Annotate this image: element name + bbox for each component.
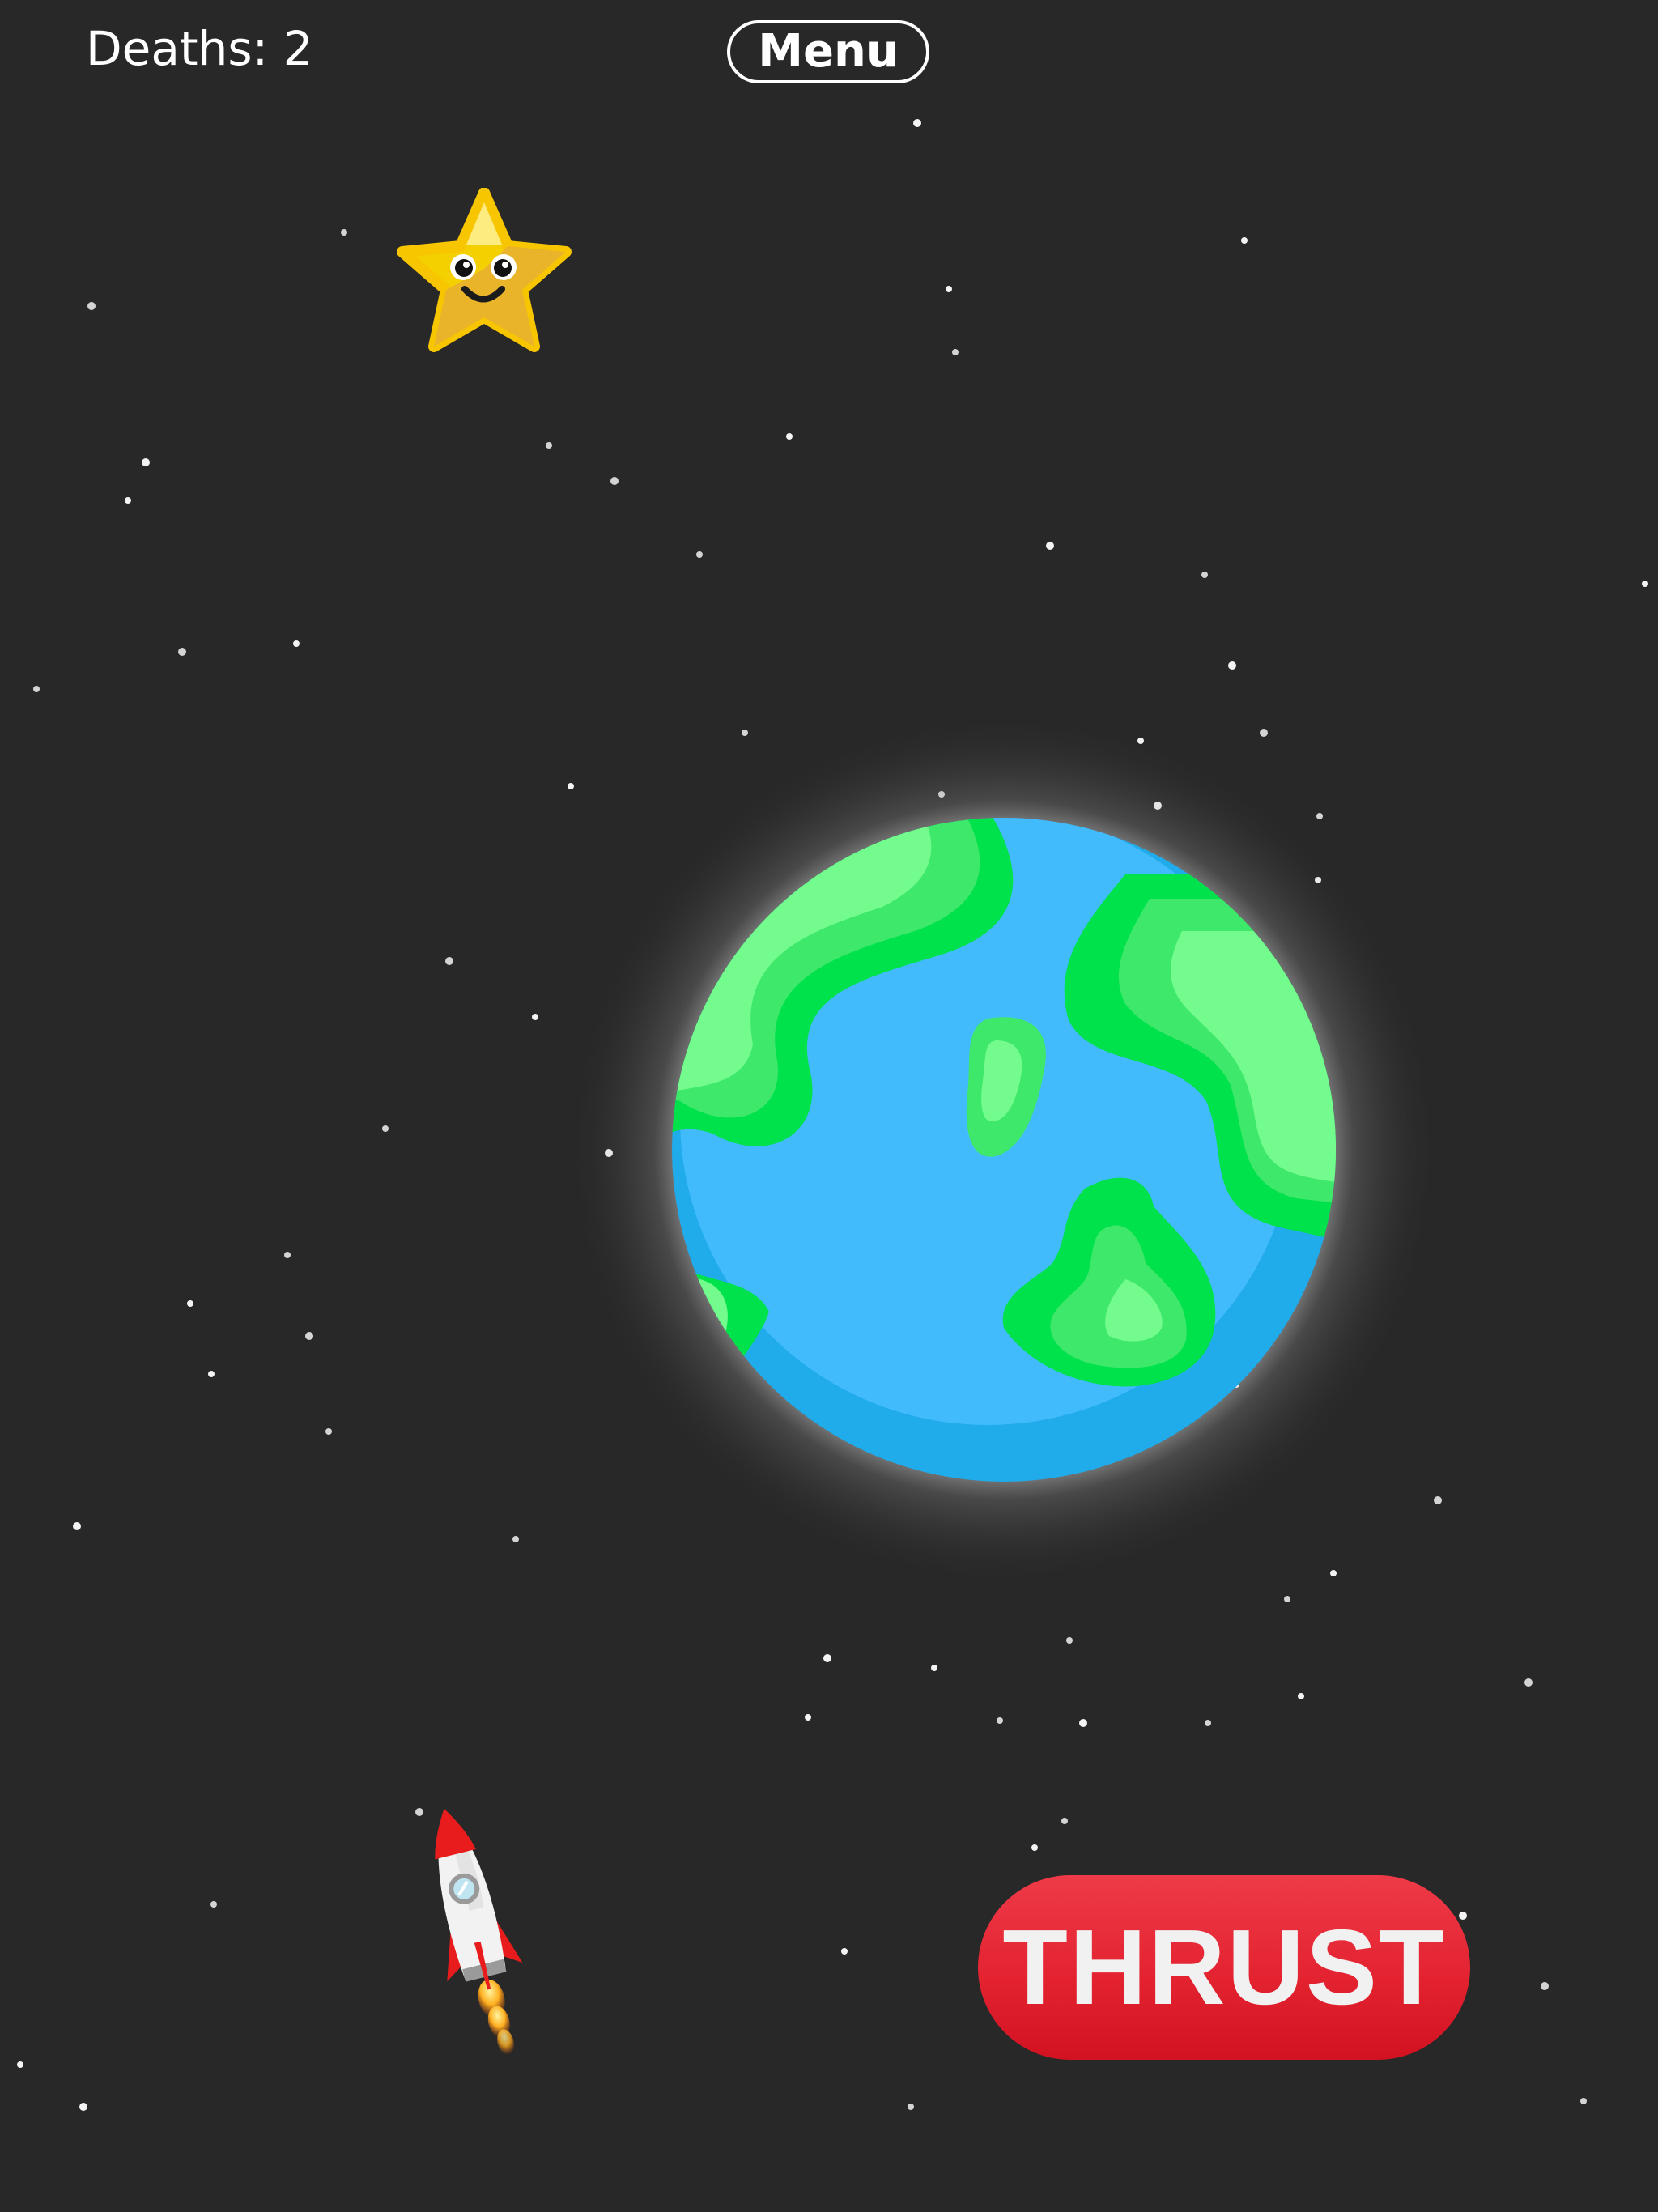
background-star-dot — [17, 2061, 23, 2068]
background-star-dot — [952, 349, 959, 355]
background-star-dot — [913, 119, 921, 127]
background-star-dot — [512, 1536, 519, 1542]
earth-planet-icon — [567, 713, 1441, 1587]
background-star-dot — [142, 458, 150, 466]
background-star-dot — [178, 648, 186, 656]
menu-button[interactable]: Menu — [727, 20, 929, 83]
background-star-dot — [79, 2103, 87, 2111]
background-star-dot — [87, 302, 96, 310]
background-star-dot — [546, 442, 552, 449]
background-star-dot — [208, 1371, 215, 1377]
background-star-dot — [210, 1901, 217, 1908]
background-star-dot — [325, 1428, 332, 1435]
background-star-dot — [1541, 1982, 1549, 1990]
background-star-dot — [445, 957, 453, 965]
background-star-dot — [1061, 1818, 1068, 1824]
background-star-dot — [532, 1014, 538, 1020]
background-star-dot — [33, 686, 40, 692]
background-star-dot — [284, 1252, 291, 1258]
background-star-dot — [1205, 1720, 1211, 1726]
background-star-dot — [305, 1332, 313, 1340]
background-star-dot — [1046, 542, 1054, 550]
background-star-dot — [1241, 237, 1248, 244]
background-star-dot — [1228, 661, 1236, 670]
rocket-ship-icon — [435, 1808, 523, 2055]
background-star-dot — [1066, 1637, 1073, 1644]
smiling-star-icon — [397, 188, 572, 352]
background-star-dot — [187, 1300, 193, 1307]
background-star-dot — [908, 2104, 914, 2110]
background-star-dot — [1079, 1719, 1087, 1727]
background-star-dot — [341, 229, 347, 236]
background-star-dot — [293, 640, 300, 647]
background-star-dot — [125, 497, 131, 504]
game-stage[interactable]: Deaths: 2 Menu THRUST — [0, 0, 1658, 2212]
background-star-dot — [1580, 2098, 1587, 2104]
background-star-dot — [1284, 1596, 1290, 1602]
background-star-dot — [696, 551, 703, 558]
background-star-dot — [946, 286, 952, 292]
background-star-dot — [1642, 581, 1648, 587]
background-star-dot — [1524, 1678, 1533, 1687]
background-star-dot — [73, 1522, 81, 1530]
background-star-dot — [1459, 1912, 1467, 1920]
thrust-button[interactable]: THRUST — [978, 1875, 1470, 2060]
background-star-dot — [823, 1654, 831, 1662]
background-star-dot — [382, 1125, 389, 1132]
background-star-dot — [610, 477, 619, 485]
background-star-dot — [1031, 1844, 1038, 1851]
background-star-dot — [841, 1948, 848, 1955]
background-star-dot — [805, 1714, 811, 1721]
background-star-dot — [786, 433, 793, 440]
background-star-dot — [997, 1717, 1003, 1724]
background-star-dot — [1201, 572, 1208, 578]
background-star-dot — [1298, 1693, 1304, 1699]
background-star-dot — [931, 1665, 937, 1671]
deaths-counter: Deaths: 2 — [86, 21, 313, 76]
